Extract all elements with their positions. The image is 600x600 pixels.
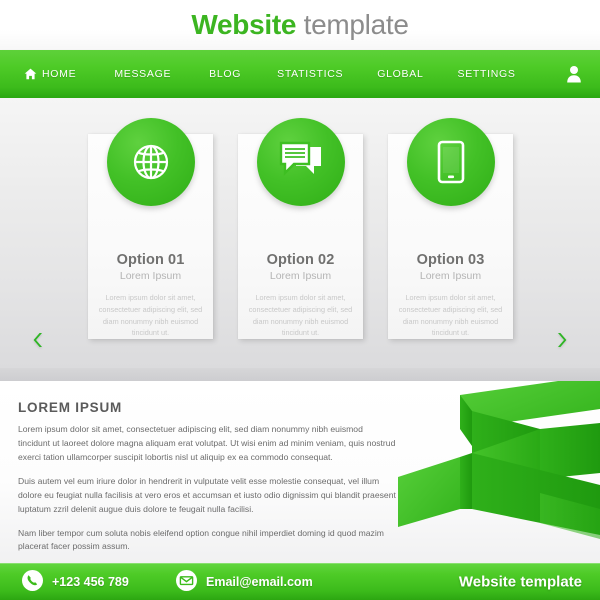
feature-card-icon-badge	[256, 118, 345, 206]
nav-item-home[interactable]: HOME	[24, 68, 76, 80]
feature-card-title: Option 03	[416, 252, 485, 268]
nav-label-blog: BLOG	[209, 68, 242, 80]
home-icon	[24, 68, 37, 80]
slider-prev-button[interactable]	[28, 329, 50, 351]
nav-label-statistics: STATISTICS	[277, 68, 344, 80]
chevron-right-icon	[558, 333, 567, 347]
nav-item-statistics[interactable]: STATISTICS	[277, 68, 343, 80]
feature-card-body: Lorem ipsum dolor sit amet, consectetuer…	[248, 293, 353, 338]
footer-phone-contact[interactable]: +123 456 789	[22, 569, 129, 594]
chevron-left-icon	[33, 333, 42, 347]
nav-label-settings: SETTINGS	[457, 68, 516, 80]
nav-item-message[interactable]: MESSAGE	[114, 68, 171, 80]
site-header: Website template	[0, 0, 600, 50]
feature-card-icon-badge	[406, 118, 495, 206]
folded-ribbon-graphic	[398, 381, 600, 539]
content-paragraph-3: Nam liber tempor cum soluta nobis eleife…	[18, 527, 384, 552]
feature-cards-container: Option 01 Lorem Ipsum Lorem ipsum dolor …	[88, 118, 513, 339]
feature-card-title: Option 02	[266, 252, 335, 268]
footer-email-contact[interactable]: Email@email.com	[176, 569, 313, 594]
feature-card-title: Option 01	[116, 252, 185, 268]
nav-label-home: HOME	[42, 68, 77, 80]
nav-item-settings[interactable]: SETTINGS	[458, 68, 516, 80]
logo-text-primary: Website	[191, 9, 297, 40]
feature-card-body: Lorem ipsum dolor sit amet, consectetuer…	[98, 293, 203, 338]
feature-card-subtitle: Lorem Ipsum	[269, 270, 332, 282]
website-template-page: Website template HOME MESSAGE BLOG STATI…	[0, 0, 600, 600]
nav-item-global[interactable]: GLOBAL	[377, 68, 423, 80]
nav-items-container: HOME MESSAGE BLOG STATISTICS GLOBAL SETT…	[0, 50, 600, 98]
footer-email-address: Email@email.com	[206, 574, 313, 589]
site-footer: +123 456 789 Email@email.com Website tem…	[0, 563, 600, 600]
phone-icon	[22, 569, 43, 594]
globe-icon	[129, 140, 173, 184]
content-section: LOREM IPSUM Lorem ipsum dolor sit amet, …	[0, 381, 600, 563]
feature-card-subtitle: Lorem Ipsum	[419, 270, 482, 282]
content-paragraph-1: Lorem ipsum dolor sit amet, consectetuer…	[18, 424, 396, 462]
slider-next-button[interactable]	[550, 329, 572, 351]
nav-item-blog[interactable]: BLOG	[209, 68, 241, 80]
nav-label-message: MESSAGE	[114, 68, 172, 80]
content-body: Lorem ipsum dolor sit amet, consectetuer…	[18, 423, 396, 554]
feature-card-option-01[interactable]: Option 01 Lorem Ipsum Lorem ipsum dolor …	[88, 118, 213, 339]
logo-text-secondary: template	[303, 9, 409, 40]
feature-card-option-02[interactable]: Option 02 Lorem Ipsum Lorem ipsum dolor …	[238, 118, 363, 339]
user-account-icon[interactable]	[566, 65, 582, 83]
feature-card-option-03[interactable]: Option 03 Lorem Ipsum Lorem ipsum dolor …	[388, 118, 513, 339]
feature-slider-section: Option 01 Lorem Ipsum Lorem ipsum dolor …	[0, 98, 600, 368]
footer-brand-text: Website template	[458, 573, 582, 590]
content-heading: LOREM IPSUM	[18, 400, 123, 415]
section-divider	[0, 368, 600, 381]
smartphone-icon	[436, 140, 466, 184]
feature-card-body: Lorem ipsum dolor sit amet, consectetuer…	[398, 293, 503, 338]
envelope-icon	[176, 569, 197, 594]
feature-card-subtitle: Lorem Ipsum	[119, 270, 182, 282]
main-navigation-bar: HOME MESSAGE BLOG STATISTICS GLOBAL SETT…	[0, 50, 600, 98]
nav-label-global: GLOBAL	[377, 68, 424, 80]
site-logo[interactable]: Website template	[191, 9, 409, 41]
content-paragraph-2: Duis autem vel eum iriure dolor in hendr…	[18, 475, 396, 514]
feature-card-icon-badge	[106, 118, 195, 206]
footer-phone-number: +123 456 789	[52, 574, 129, 589]
chat-bubbles-icon	[278, 141, 324, 183]
